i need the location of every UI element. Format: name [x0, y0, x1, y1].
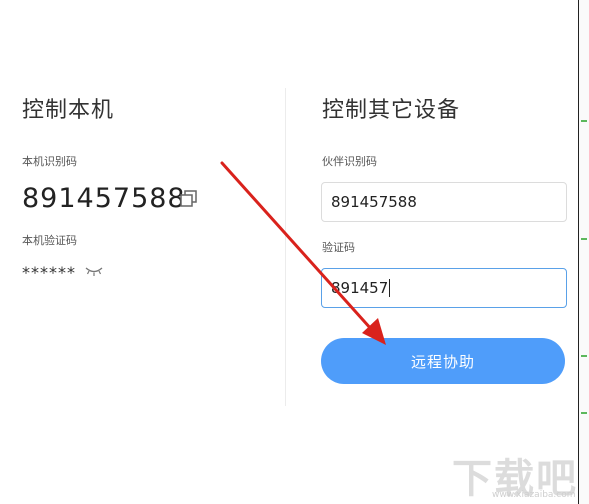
control-remote-panel: 控制其它设备 伙伴识别码 891457588 验证码 891457 远程协助: [286, 0, 578, 504]
verify-code-value: 891457: [331, 279, 389, 297]
eye-closed-icon[interactable]: [84, 265, 104, 277]
local-id-value: 891457588: [22, 183, 186, 214]
background-window-edge: [578, 0, 589, 504]
verify-code-input[interactable]: 891457: [321, 268, 567, 308]
partner-id-value: 891457588: [331, 193, 417, 211]
partner-id-label: 伙伴识别码: [322, 155, 377, 168]
local-code-label: 本机验证码: [22, 234, 77, 247]
verify-code-label: 验证码: [322, 241, 355, 254]
background-mark: [581, 355, 587, 357]
local-id-label: 本机识别码: [22, 155, 77, 168]
control-remote-title: 控制其它设备: [322, 98, 461, 123]
copy-icon[interactable]: [178, 188, 200, 210]
background-mark: [581, 412, 587, 414]
remote-assist-button[interactable]: 远程协助: [321, 338, 565, 384]
text-caret: [389, 279, 391, 297]
control-local-panel: 控制本机 本机识别码 891457588 本机验证码 ******: [0, 0, 285, 504]
control-local-title: 控制本机: [22, 98, 115, 123]
partner-id-input[interactable]: 891457588: [321, 182, 567, 222]
watermark-site: www.xiazaiba.com: [492, 490, 576, 500]
background-mark: [581, 238, 587, 240]
local-code-value: ******: [22, 263, 76, 282]
background-mark: [581, 120, 587, 122]
